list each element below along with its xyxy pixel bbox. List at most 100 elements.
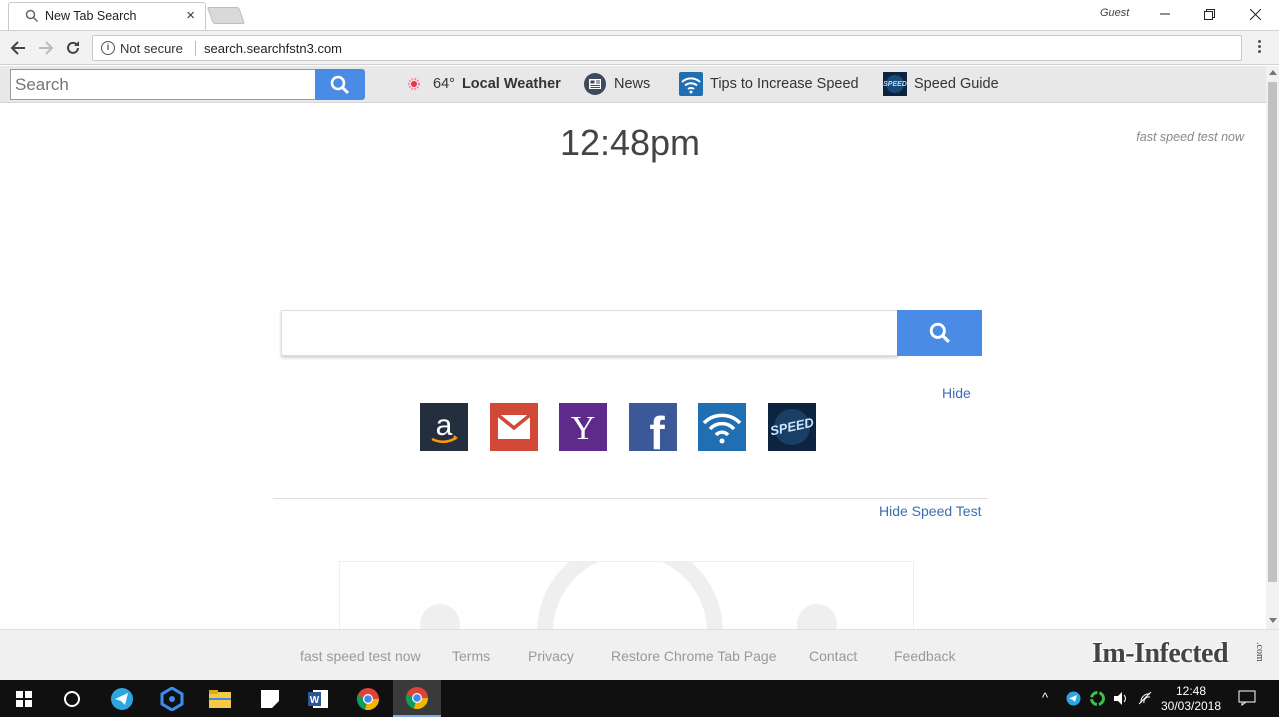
scroll-up-icon[interactable] bbox=[1269, 70, 1277, 75]
cortana-button[interactable] bbox=[48, 680, 96, 717]
footer-terms[interactable]: Terms bbox=[452, 648, 490, 664]
speed-guide-link[interactable]: SPEED Speed Guide bbox=[883, 71, 999, 97]
restore-button[interactable] bbox=[1186, 0, 1232, 28]
speed-guide-label: Speed Guide bbox=[914, 76, 999, 92]
taskbar-word[interactable]: W bbox=[294, 680, 342, 717]
watermark-brand: Im-Infected bbox=[1092, 638, 1229, 669]
minimize-icon bbox=[1160, 13, 1170, 15]
taskbar-time: 12:48 bbox=[1175, 684, 1207, 698]
svg-text:W: W bbox=[310, 695, 320, 706]
svg-text:a: a bbox=[436, 409, 453, 442]
speed-guide-icon: SPEED bbox=[883, 72, 907, 96]
taskbar-chrome[interactable] bbox=[344, 680, 392, 717]
shortcut-yahoo[interactable]: Y bbox=[559, 403, 607, 451]
main-search-input[interactable] bbox=[281, 310, 898, 356]
tray-volume-icon[interactable] bbox=[1113, 691, 1129, 706]
hide-speed-test-link[interactable]: Hide Speed Test bbox=[879, 503, 981, 519]
word-icon: W bbox=[308, 689, 328, 708]
main-search-button[interactable] bbox=[897, 310, 982, 356]
footer-contact[interactable]: Contact bbox=[809, 648, 857, 664]
folder-icon bbox=[209, 689, 231, 708]
taskbar-date: 30/03/2018 bbox=[1160, 699, 1222, 713]
minimize-button[interactable] bbox=[1142, 0, 1188, 28]
chrome-icon bbox=[356, 687, 379, 710]
facebook-icon: f bbox=[649, 407, 665, 451]
tray-network-icon[interactable] bbox=[1138, 691, 1152, 705]
toolbar-search-input[interactable] bbox=[10, 69, 316, 100]
gmail-icon bbox=[497, 414, 531, 439]
browser-titlebar: New Tab Search × Guest bbox=[0, 0, 1279, 30]
toolbar-search-button[interactable] bbox=[315, 69, 365, 100]
info-icon[interactable]: i bbox=[101, 41, 115, 55]
shortcut-amazon[interactable]: a bbox=[420, 403, 468, 451]
taskbar-file-explorer[interactable] bbox=[196, 680, 244, 717]
weather-sun-icon bbox=[402, 72, 426, 96]
speedometer-graphic bbox=[420, 539, 837, 644]
footer-privacy[interactable]: Privacy bbox=[528, 648, 574, 664]
svg-text:SPEED: SPEED bbox=[883, 81, 907, 88]
app-blue-icon bbox=[160, 686, 184, 711]
svg-text:f: f bbox=[649, 407, 665, 451]
page-footer: fast speed test now Terms Privacy Restor… bbox=[0, 629, 1279, 680]
close-tab-icon[interactable]: × bbox=[186, 7, 195, 24]
profile-guest[interactable]: Guest bbox=[1100, 7, 1129, 19]
tips-speed-label: Tips to Increase Speed bbox=[710, 76, 859, 92]
taskbar-sticky-notes[interactable] bbox=[246, 680, 294, 717]
footer-restore-chrome-tab[interactable]: Restore Chrome Tab Page bbox=[611, 648, 777, 664]
clock: 12:48pm bbox=[559, 122, 701, 163]
notes-icon bbox=[261, 689, 279, 708]
news-link[interactable]: News bbox=[583, 71, 650, 97]
wifi-icon bbox=[679, 72, 703, 96]
speed-icon: SPEED bbox=[769, 409, 816, 445]
reload-button[interactable] bbox=[62, 37, 84, 59]
back-arrow-icon bbox=[10, 41, 25, 55]
close-window-button[interactable] bbox=[1232, 0, 1278, 28]
close-icon bbox=[1249, 8, 1261, 20]
shortcut-facebook[interactable]: f bbox=[629, 403, 677, 451]
new-tab-button[interactable] bbox=[206, 7, 246, 24]
search-icon bbox=[25, 9, 39, 23]
tray-telegram-icon[interactable] bbox=[1066, 691, 1081, 706]
notifications-icon[interactable] bbox=[1238, 690, 1256, 706]
vertical-scrollbar[interactable] bbox=[1266, 66, 1279, 629]
hide-shortcuts-link[interactable]: Hide bbox=[942, 385, 971, 401]
shortcut-gmail[interactable] bbox=[490, 403, 538, 451]
tray-chevron-up-icon[interactable]: ^ bbox=[1042, 690, 1048, 705]
weather-label: Local Weather bbox=[461, 76, 561, 92]
url-text[interactable]: search.searchfstn3.com bbox=[204, 41, 342, 56]
taskbar-telegram[interactable] bbox=[98, 680, 146, 717]
fast-speed-test-link[interactable]: fast speed test now bbox=[1100, 130, 1244, 144]
reload-icon bbox=[67, 41, 79, 54]
start-button[interactable] bbox=[0, 680, 48, 717]
security-label[interactable]: Not secure bbox=[120, 41, 183, 56]
wifi-speed-icon bbox=[702, 413, 742, 444]
browser-toolbar: i Not secure search.searchfstn3.com bbox=[0, 30, 1279, 65]
forward-button[interactable] bbox=[35, 37, 57, 59]
tray-recycle-icon[interactable] bbox=[1090, 691, 1105, 706]
search-icon bbox=[929, 322, 950, 343]
local-weather-link[interactable]: 64° Local Weather bbox=[402, 71, 561, 97]
forward-arrow-icon bbox=[39, 41, 54, 55]
tips-speed-link[interactable]: Tips to Increase Speed bbox=[679, 71, 859, 97]
chrome-icon bbox=[405, 686, 428, 709]
restore-icon bbox=[1203, 8, 1215, 20]
amazon-icon: a bbox=[431, 409, 458, 443]
svg-text:Y: Y bbox=[571, 410, 596, 447]
address-separator bbox=[195, 41, 196, 56]
taskbar-clock[interactable]: 12:48 30/03/2018 bbox=[1160, 684, 1222, 714]
windows-taskbar: W ^ 12:48 30/03/2018 bbox=[0, 680, 1279, 717]
scrollbar-thumb[interactable] bbox=[1268, 82, 1277, 582]
tab-new-tab-search[interactable]: New Tab Search × bbox=[8, 2, 206, 30]
footer-feedback[interactable]: Feedback bbox=[894, 648, 955, 664]
shortcut-wifi-speed[interactable] bbox=[698, 403, 746, 451]
telegram-icon bbox=[111, 687, 133, 710]
taskbar-app-blue[interactable] bbox=[148, 680, 196, 717]
browser-menu-button[interactable] bbox=[1250, 40, 1268, 58]
footer-fast-speed-test[interactable]: fast speed test now bbox=[300, 648, 421, 664]
back-button[interactable] bbox=[7, 37, 29, 59]
scroll-down-icon[interactable] bbox=[1269, 618, 1277, 623]
shortcut-speed[interactable]: SPEED bbox=[768, 403, 816, 451]
news-label: News bbox=[614, 76, 651, 92]
taskbar-chrome-active[interactable] bbox=[393, 680, 441, 717]
address-bar[interactable]: i Not secure search.searchfstn3.com bbox=[92, 35, 1242, 61]
